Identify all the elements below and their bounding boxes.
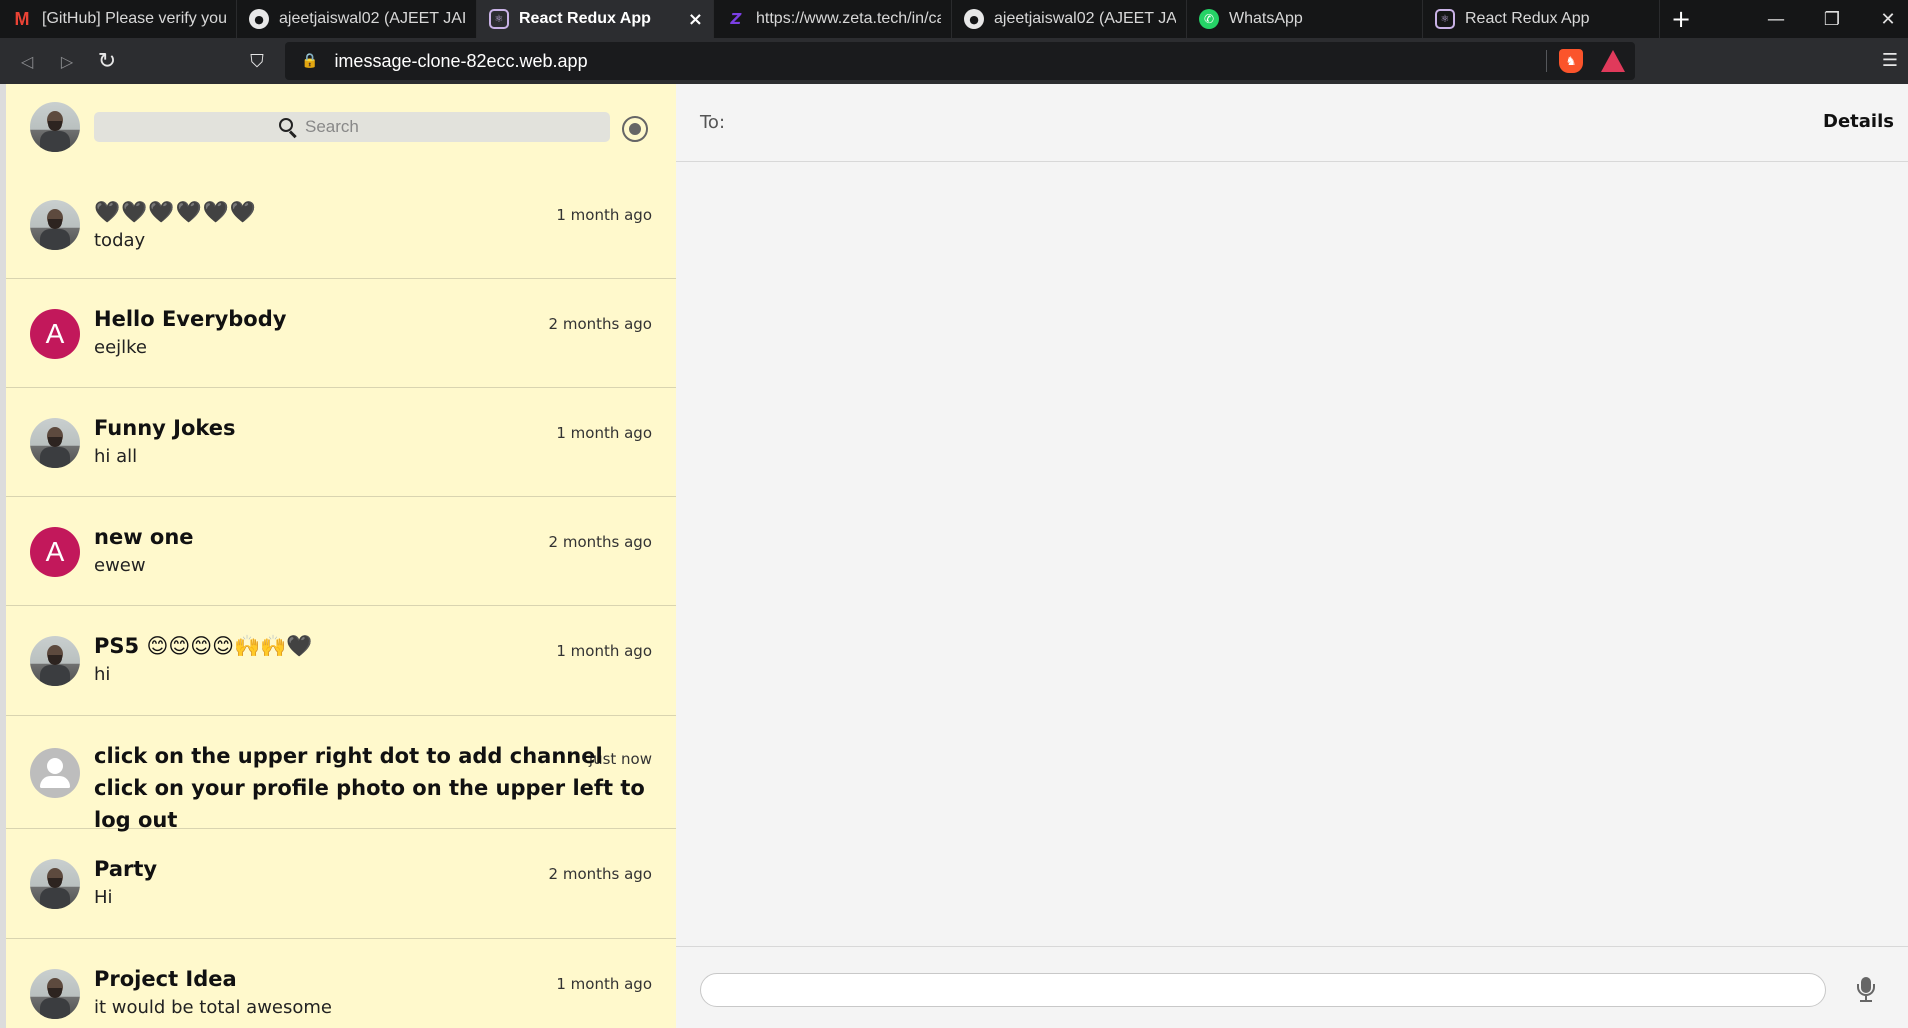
forward-icon[interactable]: ▷ — [54, 48, 80, 74]
chat-avatar — [30, 200, 80, 250]
zeta-icon: Z — [730, 10, 742, 28]
chat-item[interactable]: just now click on the upper right dot to… — [6, 716, 676, 832]
chat-name: PS5 😊😊😊😊🙌🙌🖤 — [94, 634, 313, 658]
chat-last-message: Hi — [94, 887, 113, 908]
imessage-app: 🖤🖤🖤🖤🖤🖤 today 1 month ago A Hello Everybo… — [0, 84, 1908, 1028]
details-button[interactable]: Details — [1823, 111, 1894, 132]
chat-name: click on the upper right dot to add chan… — [94, 744, 645, 832]
reload-icon[interactable]: ↻ — [94, 48, 120, 74]
tab-title: ajeetjaiswal02 (AJEET JAISWA — [279, 10, 466, 27]
address-bar-divider — [1546, 50, 1547, 72]
chat-item[interactable]: Funny Jokes hi all 1 month ago — [6, 388, 676, 497]
github-icon: ● — [249, 9, 269, 29]
tab-title: ajeetjaiswal02 (AJEET JAISWA — [994, 10, 1176, 27]
chat-avatar — [30, 418, 80, 468]
chat-item[interactable]: A Hello Everybody eejlke 2 months ago — [6, 279, 676, 388]
brave-shields-icon[interactable]: ♞ — [1559, 49, 1583, 73]
close-window-button[interactable]: ✕ — [1860, 0, 1908, 38]
chat-avatar — [30, 859, 80, 909]
tab-title: React Redux App — [519, 10, 651, 27]
sidebar-header — [6, 84, 676, 170]
browser-menu-icon[interactable]: ☰ — [1882, 50, 1898, 71]
tab-title: [GitHub] Please verify your d — [42, 10, 226, 27]
search-icon — [279, 118, 297, 139]
chat-item[interactable]: A new one ewew 2 months ago — [6, 497, 676, 606]
chat-last-message: hi — [94, 664, 111, 685]
chat-last-message: eejlke — [94, 337, 148, 358]
chat-item[interactable]: 🖤🖤🖤🖤🖤🖤 today 1 month ago — [6, 170, 676, 279]
chat-item[interactable]: PS5 😊😊😊😊🙌🙌🖤 hi 1 month ago — [6, 606, 676, 716]
tab-title: WhatsApp — [1229, 10, 1303, 27]
tab-zeta[interactable]: Z https://www.zeta.tech/in/care — [714, 0, 952, 38]
react-redux-icon: ⚛ — [489, 9, 509, 29]
brave-rewards-icon[interactable] — [1601, 50, 1625, 72]
browser-tab-bar: M [GitHub] Please verify your d ● ajeetj… — [0, 0, 1908, 38]
chat-time: 1 month ago — [556, 642, 652, 660]
chat-list: 🖤🖤🖤🖤🖤🖤 today 1 month ago A Hello Everybo… — [6, 170, 676, 1028]
microphone-icon[interactable] — [1852, 975, 1882, 1005]
tab-close-icon[interactable]: × — [688, 9, 703, 30]
chat-header: To: Details — [676, 84, 1908, 162]
chat-avatar — [30, 969, 80, 1019]
chat-name: Project Idea — [94, 967, 237, 991]
tab-github-2[interactable]: ● ajeetjaiswal02 (AJEET JAISWA — [952, 0, 1187, 38]
search-input[interactable] — [305, 117, 425, 137]
chat-avatar — [30, 636, 80, 686]
message-composer — [676, 946, 1908, 1028]
lock-icon: 🔒 — [301, 53, 319, 69]
profile-avatar[interactable] — [30, 102, 80, 152]
back-icon[interactable]: ◁ — [14, 48, 40, 74]
chat-name: 🖤🖤🖤🖤🖤🖤 — [94, 200, 257, 224]
tab-react-redux-2[interactable]: ⚛ React Redux App — [1423, 0, 1660, 38]
chat-last-message: hi all — [94, 446, 138, 467]
minimize-button[interactable]: — — [1748, 0, 1804, 38]
github-icon: ● — [964, 9, 984, 29]
chat-time: 1 month ago — [556, 206, 652, 224]
address-bar[interactable]: 🔒 imessage-clone-82ecc.web.app ♞ — [285, 42, 1635, 80]
chat-last-message: today — [94, 230, 146, 251]
chat-name: Party — [94, 857, 158, 881]
tab-react-redux-active[interactable]: ⚛ React Redux App × — [477, 0, 714, 38]
bookmark-icon[interactable]: ⛉ — [244, 48, 270, 74]
tab-github-1[interactable]: ● ajeetjaiswal02 (AJEET JAISWA — [237, 0, 477, 38]
chat-avatar — [30, 748, 80, 798]
record-dot-icon — [629, 123, 641, 135]
chat-main: To: Details — [676, 84, 1908, 1028]
chat-last-message: ewew — [94, 555, 146, 576]
tab-title: React Redux App — [1465, 10, 1590, 27]
chat-time: 2 months ago — [548, 533, 652, 551]
gmail-icon: M — [14, 8, 30, 29]
tab-gmail[interactable]: M [GitHub] Please verify your d — [0, 0, 237, 38]
restore-button[interactable]: ❐ — [1804, 0, 1860, 38]
chat-name: Funny Jokes — [94, 416, 236, 440]
to-label: To: — [700, 112, 726, 133]
chat-avatar: A — [30, 527, 80, 577]
chat-item[interactable]: Project Idea it would be total awesome 1… — [6, 939, 676, 1028]
chat-time: 2 months ago — [548, 865, 652, 883]
chat-time: 1 month ago — [556, 424, 652, 442]
chat-name: new one — [94, 525, 194, 549]
tab-title: https://www.zeta.tech/in/care — [756, 10, 941, 27]
chat-time: 2 months ago — [548, 315, 652, 333]
chat-item[interactable]: Party Hi 2 months ago — [6, 829, 676, 939]
tab-whatsapp[interactable]: ✆ WhatsApp — [1187, 0, 1423, 38]
chat-avatar: A — [30, 309, 80, 359]
new-tab-button[interactable]: + — [1660, 0, 1702, 38]
search-bar[interactable] — [94, 112, 610, 142]
react-redux-icon: ⚛ — [1435, 9, 1455, 29]
chat-time: 1 month ago — [556, 975, 652, 993]
chat-last-message: it would be total awesome — [94, 997, 332, 1018]
whatsapp-icon: ✆ — [1199, 9, 1219, 29]
sidebar: 🖤🖤🖤🖤🖤🖤 today 1 month ago A Hello Everybo… — [6, 84, 676, 1028]
add-channel-button[interactable] — [622, 116, 648, 142]
browser-nav-bar: ◁ ▷ ↻ ⛉ 🔒 imessage-clone-82ecc.web.app ♞… — [0, 38, 1908, 84]
url-text[interactable]: imessage-clone-82ecc.web.app — [334, 51, 587, 72]
chat-name: Hello Everybody — [94, 307, 287, 331]
message-input[interactable] — [700, 973, 1826, 1007]
